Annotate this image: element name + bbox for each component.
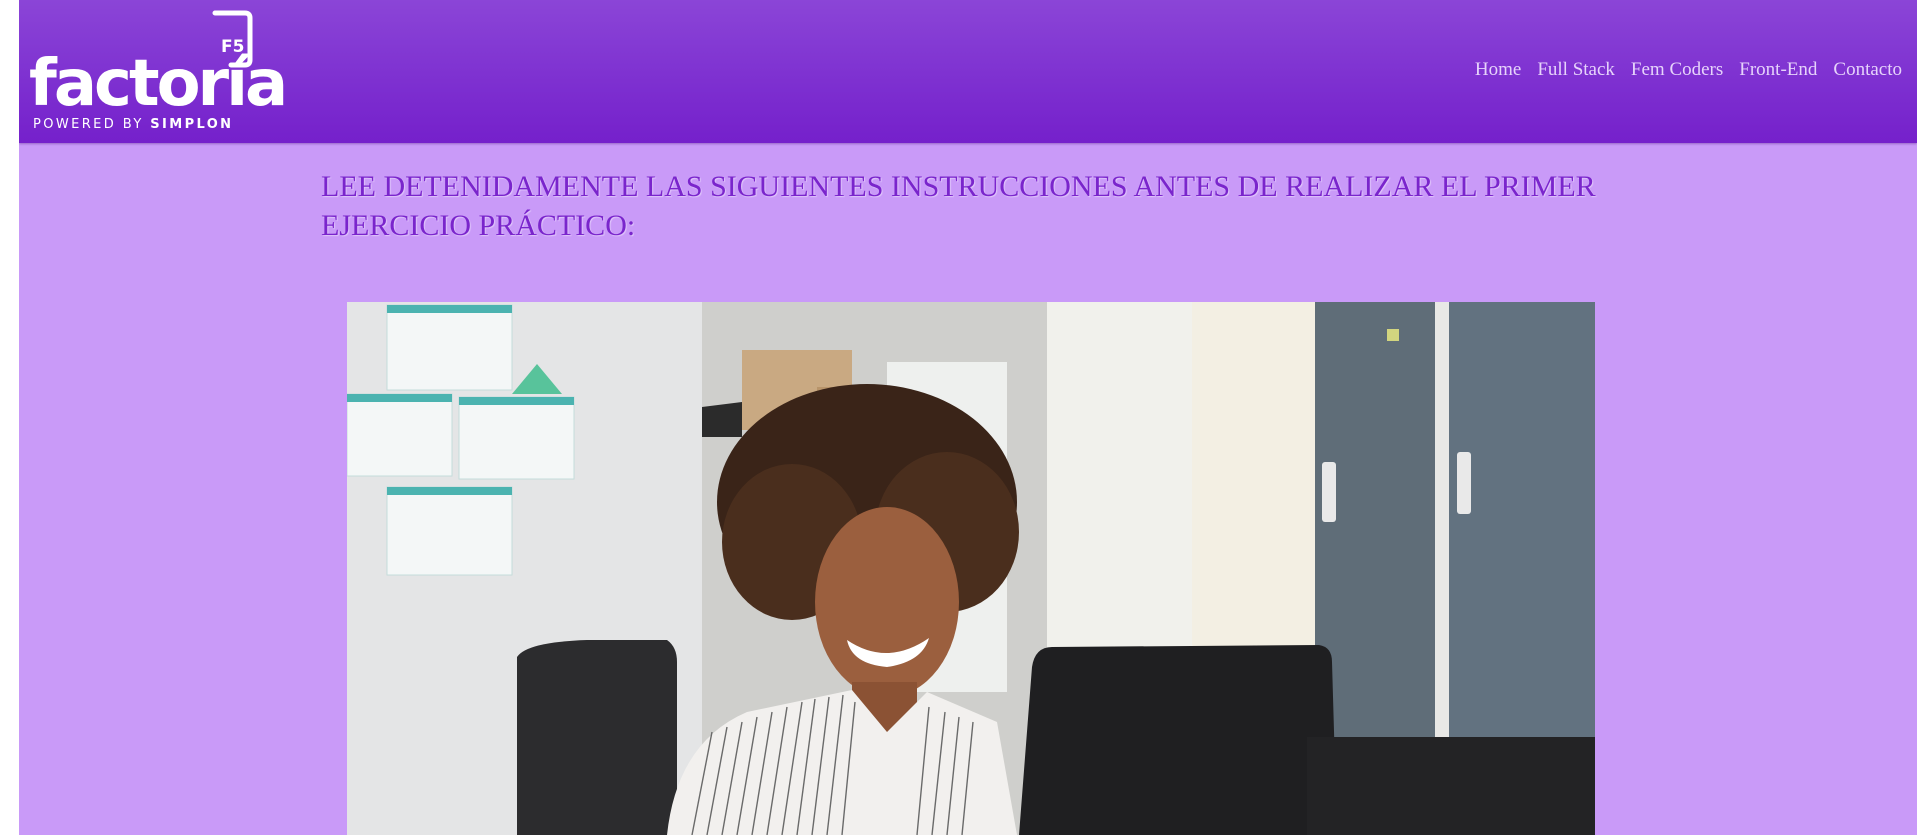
nav-link-front-end[interactable]: Front-End <box>1739 58 1817 82</box>
logo-wordmark: factoría <box>29 47 288 121</box>
office-photo-illustration <box>347 302 1595 835</box>
nav-link-fem-coders[interactable]: Fem Coders <box>1631 58 1723 82</box>
hero-image <box>347 302 1595 835</box>
nav-link-contacto[interactable]: Contacto <box>1833 58 1902 82</box>
site-header: F5 factoría POWERED BY SIMPLON Home Full… <box>19 0 1917 143</box>
page: F5 factoría POWERED BY SIMPLON Home Full… <box>19 0 1917 835</box>
main-nav: Home Full Stack Fem Coders Front-End Con… <box>1475 58 1902 82</box>
logo-tagline: POWERED BY SIMPLON <box>33 118 233 132</box>
logo-tagline-prefix: POWERED BY <box>33 117 144 132</box>
factoria-f5-logo[interactable]: F5 factoría POWERED BY SIMPLON <box>29 8 291 136</box>
logo-tagline-brand: SIMPLON <box>150 117 234 132</box>
nav-link-home[interactable]: Home <box>1475 58 1521 82</box>
nav-link-full-stack[interactable]: Full Stack <box>1537 58 1615 82</box>
page-heading: LEE DETENIDAMENTE LAS SIGUIENTES INSTRUC… <box>321 170 1596 242</box>
